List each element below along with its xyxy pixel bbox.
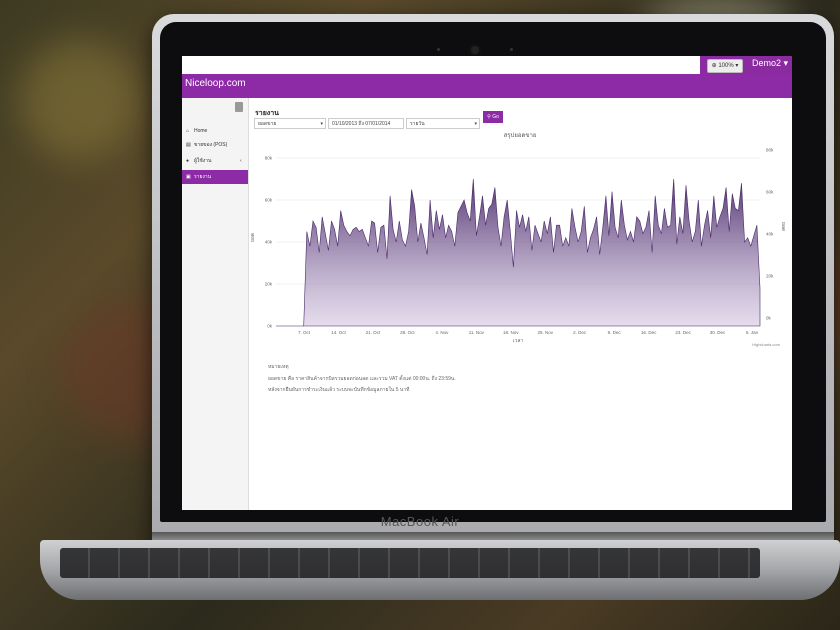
sidebar-item-label: รายงาน [194,174,212,180]
note-line: หลังจากยืนยันการชำระเงินแล้ว ระบบจะบันทึ… [268,387,410,393]
sidebar-item-pos[interactable]: ▤ ขายของ (POS) [182,138,248,152]
x-tick-label: 7. Oct [298,330,311,335]
x-tick-label: 23. Dec [675,330,691,335]
x-axis-label: เวลา [513,338,524,344]
x-tick-label: 11. Nov [469,330,485,335]
zoom-level: 100% [718,63,734,69]
go-label: Go [492,114,499,120]
webcam-sensor [510,48,513,51]
sales-area-series [276,178,761,327]
x-tick-label: 4. Nov [435,330,449,335]
date-range-input[interactable]: 01/10/2013 ถึง 07/01/2014 [328,118,404,129]
background-blur [20,40,140,160]
x-tick-label: 28. Oct [400,330,415,335]
navbar: Niceloop.com [182,74,792,98]
y-tick-label: 0k [267,324,273,329]
caret-down-icon: ▾ [474,121,477,127]
y-tick-label: 60k [265,198,273,203]
screen: ⊕ 100% ▾ Demo2 ▾ Niceloop.com ⌂ Home ▤ ขาย… [182,56,792,510]
top-bar: ⊕ 100% ▾ Demo2 ▾ [182,56,792,75]
zoom-button[interactable]: ⊕ 100% ▾ [707,59,743,73]
device-brand-label: MacBook Air [380,514,460,529]
webcam [471,46,479,54]
x-tick-label: 14. Oct [331,330,346,335]
caret-down-icon: ▾ [320,121,323,127]
sales-chart: 7. Oct 14. Oct 21. Oct 28. Oct 4. Nov 11. Nov… [250,148,786,348]
date-range-value: 01/10/2013 ถึง 07/01/2014 [332,121,391,127]
keyboard [60,548,760,578]
go-button[interactable]: ⚲ Go [483,111,503,123]
y-tick-label-right: 0k [766,316,772,321]
chevron-left-icon: ‹ [240,158,242,164]
webcam-sensor [437,48,440,51]
note-line: ยอดขาย คือ ราคาสินค้าจากบิลรวมยอดก่อนลด … [268,376,456,382]
y-tick-label-right: 80k [766,148,774,153]
app-brand[interactable]: Niceloop.com [185,78,246,89]
group-by-value: รายวัน [410,121,425,127]
y-tick-label: 20k [265,282,273,287]
sidebar-item-label: ผู้ใช้งาน [194,158,212,164]
sidebar-item-home[interactable]: ⌂ Home [182,124,248,138]
sidebar-toggle-icon[interactable] [235,102,243,112]
sidebar-item-label: ขายของ (POS) [194,142,228,148]
x-tick-label: 2. Dec [573,330,587,335]
main-content: รายงาน ยอดขาย ▾ 01/10/2013 ถึง 07/01/2014… [248,98,792,510]
x-tick-label: 30. Dec [710,330,726,335]
x-tick-label: 6. Jan [746,330,759,335]
x-tick-label: 9. Dec [608,330,622,335]
chart-icon: ▣ [186,174,191,180]
note-heading: หมายเหตุ [268,364,289,370]
y-axis-label: ยอด [250,233,256,242]
username: Demo2 [752,58,782,68]
group-by-select[interactable]: รายวัน ▾ [406,118,480,129]
user-icon: ● [186,158,190,164]
report-type-select[interactable]: ยอดขาย ▾ [254,118,326,129]
user-menu[interactable]: Demo2 ▾ [752,58,788,69]
search-icon: ⚲ [487,114,491,120]
y-axis-label-right: ยอด [780,222,786,231]
sidebar-item-users[interactable]: ● ผู้ใช้งาน ‹ [182,154,248,168]
sidebar-item-label: Home [194,128,208,134]
device-brand: MacBook Air [0,513,840,531]
x-tick-label: 21. Oct [366,330,381,335]
y-tick-label-right: 60k [766,190,774,195]
chart-credit[interactable]: Highcharts.com [752,342,780,347]
y-tick-label: 80k [265,156,273,161]
y-tick-label-right: 40k [766,232,774,237]
x-tick-label: 16. Dec [641,330,657,335]
y-tick-label-right: 20k [766,274,774,279]
report-type-value: ยอดขาย [258,121,277,127]
sidebar: ⌂ Home ▤ ขายของ (POS) ● ผู้ใช้งาน ‹ ▣ รายงาน [182,98,249,510]
sidebar-item-report[interactable]: ▣ รายงาน [182,170,248,184]
y-tick-label: 40k [265,240,273,245]
home-icon: ⌂ [186,128,190,134]
cart-icon: ▤ [186,142,191,148]
x-tick-label: 18. Nov [503,330,519,335]
x-tick-label: 25. Nov [537,330,553,335]
